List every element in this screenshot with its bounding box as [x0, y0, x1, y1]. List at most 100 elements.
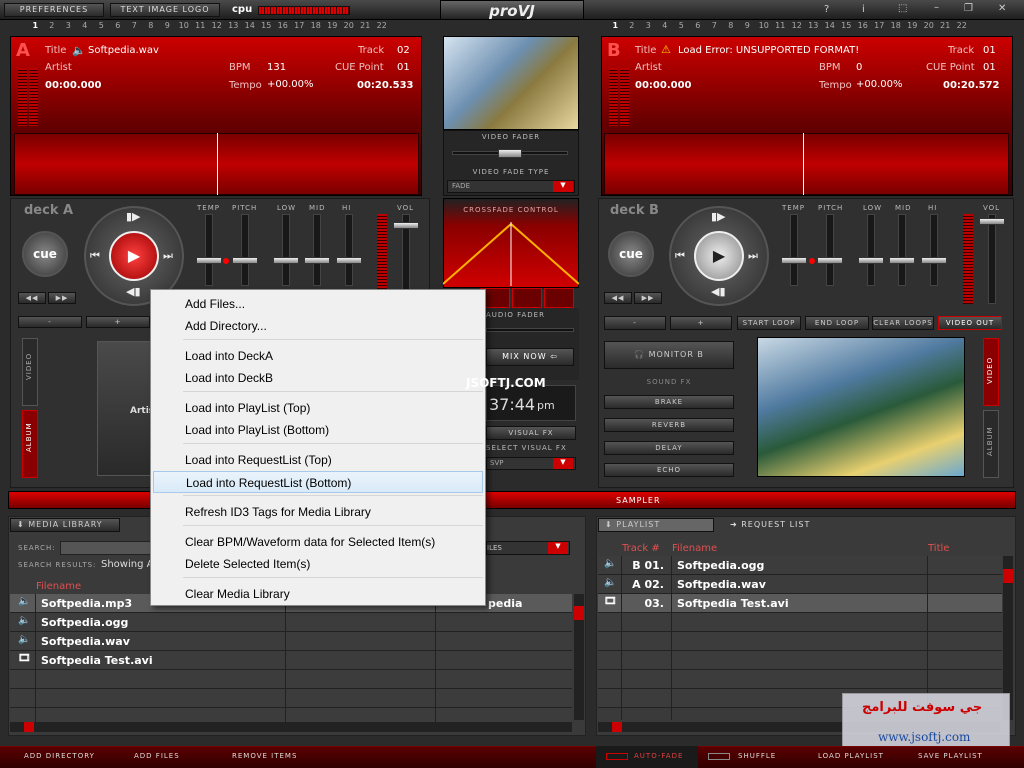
deck-a-play-button[interactable]: ▶: [109, 231, 159, 281]
cue-number[interactable]: 7: [126, 21, 143, 34]
deck-b-hi-knob[interactable]: [921, 257, 947, 264]
crossfade-curve-3-button[interactable]: [512, 288, 542, 308]
menu-item[interactable]: Add Directory...: [153, 315, 483, 337]
load-playlist-button[interactable]: LOAD PLAYLIST: [818, 752, 884, 760]
deck-b-plus-button[interactable]: +: [670, 316, 732, 330]
deck-b-mid-slider[interactable]: [898, 214, 906, 286]
add-directory-button[interactable]: ADD DIRECTORY: [24, 752, 95, 760]
media-row[interactable]: 🎞 Softpedia Test.avi: [10, 651, 572, 670]
visual-fx-button[interactable]: VISUAL FX: [486, 426, 576, 440]
media-hscrollbar[interactable]: [10, 722, 572, 732]
info-icon[interactable]: i: [862, 4, 865, 15]
deck-a-minus-button[interactable]: -: [18, 316, 82, 328]
deck-a-cue-button[interactable]: cue: [22, 231, 68, 277]
cue-number[interactable]: 15: [838, 21, 855, 34]
cue-number[interactable]: 3: [640, 21, 657, 34]
shuffle-checkbox[interactable]: [708, 753, 730, 760]
deck-b-rewind-button[interactable]: ◀◀: [604, 292, 632, 304]
media-hscroll-thumb[interactable]: [24, 722, 34, 732]
clear-loops-button[interactable]: CLEAR LOOPS: [872, 316, 934, 330]
cue-number[interactable]: 12: [789, 21, 806, 34]
cue-number[interactable]: 10: [756, 21, 773, 34]
deck-a-rewind-button[interactable]: ◀◀: [18, 292, 46, 304]
deck-a-plus-button[interactable]: +: [86, 316, 150, 328]
deck-a-mid-knob[interactable]: [304, 257, 330, 264]
cue-number[interactable]: 17: [871, 21, 888, 34]
media-scroll-thumb[interactable]: [574, 606, 584, 620]
restore-icon[interactable]: ❐: [964, 3, 973, 14]
media-filename-header[interactable]: Filename: [36, 581, 81, 592]
cue-number[interactable]: 6: [690, 21, 707, 34]
fullscreen-icon[interactable]: ⬚: [898, 3, 907, 14]
deck-b-next-cue-icon[interactable]: ▮▶: [711, 210, 726, 223]
menu-item[interactable]: Load into RequestList (Top): [153, 449, 483, 471]
deck-b-play-button[interactable]: ▶: [694, 231, 744, 281]
cue-number[interactable]: 6: [110, 21, 127, 34]
menu-item[interactable]: Clear BPM/Waveform data for Selected Ite…: [153, 531, 483, 553]
playlist-filename-header[interactable]: Filename: [672, 543, 717, 554]
echo-button[interactable]: ECHO: [604, 463, 734, 477]
cue-number[interactable]: 21: [357, 21, 374, 34]
deck-a-low-slider[interactable]: [282, 214, 290, 286]
deck-a-hi-knob[interactable]: [336, 257, 362, 264]
deck-b-minus-button[interactable]: -: [604, 316, 666, 330]
playlist-scroll-thumb[interactable]: [1003, 569, 1013, 583]
cue-number[interactable]: 17: [291, 21, 308, 34]
playlist-hscroll-thumb[interactable]: [612, 722, 622, 732]
deck-b-vol-knob[interactable]: [979, 218, 1005, 225]
deck-b-temp-slider[interactable]: [790, 214, 798, 286]
menu-item[interactable]: Load into PlayList (Top): [153, 397, 483, 419]
menu-item[interactable]: Refresh ID3 Tags for Media Library: [153, 501, 483, 523]
deck-b-waveform[interactable]: [604, 133, 1009, 195]
cue-number[interactable]: 5: [673, 21, 690, 34]
cue-number[interactable]: 16: [275, 21, 292, 34]
deck-a-temp-knob[interactable]: [196, 257, 222, 264]
close-icon[interactable]: ✕: [998, 3, 1006, 14]
remove-items-button[interactable]: REMOVE ITEMS: [232, 752, 297, 760]
deck-b-low-knob[interactable]: [858, 257, 884, 264]
deck-a-prev-icon[interactable]: ⏮: [90, 249, 100, 263]
deck-a-temp-slider[interactable]: [205, 214, 213, 286]
cue-number[interactable]: 14: [242, 21, 259, 34]
cue-number[interactable]: 9: [739, 21, 756, 34]
audio-fader-track[interactable]: [486, 328, 574, 332]
deck-b-prev-icon[interactable]: ⏮: [675, 249, 685, 263]
deck-b-pause-icon[interactable]: ◀▮: [711, 285, 726, 298]
media-row[interactable]: 🔈 Softpedia.wav: [10, 632, 572, 651]
cue-number[interactable]: 11: [192, 21, 209, 34]
track-number-header[interactable]: Track #: [622, 543, 660, 554]
menu-item[interactable]: Delete Selected Item(s): [153, 553, 483, 575]
cue-number[interactable]: 18: [888, 21, 905, 34]
minimize-icon[interactable]: –: [934, 2, 939, 13]
deck-a-next-cue-icon[interactable]: ▮▶: [126, 210, 141, 223]
search-input[interactable]: [60, 541, 156, 555]
video-fader-handle[interactable]: [498, 149, 522, 158]
deck-a-hi-slider[interactable]: [345, 214, 353, 286]
cue-number[interactable]: 2: [44, 21, 61, 34]
cue-number[interactable]: 20: [341, 21, 358, 34]
cue-number[interactable]: 10: [176, 21, 193, 34]
cue-number[interactable]: 14: [822, 21, 839, 34]
cue-number[interactable]: 7: [706, 21, 723, 34]
deck-a-forward-button[interactable]: ▶▶: [48, 292, 76, 304]
help-icon[interactable]: ?: [824, 4, 829, 15]
media-library-tab[interactable]: ⬇ MEDIA LIBRARY: [10, 518, 120, 532]
visual-fx-dropdown-icon[interactable]: ▼: [553, 458, 573, 469]
playlist-row[interactable]: 🎞 03. Softpedia Test.avi: [598, 594, 1002, 613]
cue-number[interactable]: 13: [225, 21, 242, 34]
end-loop-button[interactable]: END LOOP: [805, 316, 869, 330]
deck-a-vol-knob[interactable]: [393, 222, 419, 229]
menu-item[interactable]: Load into DeckB: [153, 367, 483, 389]
cue-number[interactable]: 19: [324, 21, 341, 34]
deck-a-pause-icon[interactable]: ◀▮: [126, 285, 141, 298]
reverb-button[interactable]: REVERB: [604, 418, 734, 432]
request-list-tab[interactable]: ➜ REQUEST LIST: [730, 520, 810, 529]
deck-b-low-slider[interactable]: [867, 214, 875, 286]
cue-number[interactable]: 4: [657, 21, 674, 34]
deck-b-vol-slider[interactable]: [988, 214, 996, 304]
menu-item[interactable]: Load into PlayList (Bottom): [153, 419, 483, 441]
fade-type-dropdown-icon[interactable]: ▼: [553, 181, 573, 192]
cue-number[interactable]: 9: [159, 21, 176, 34]
mix-now-button[interactable]: MIX NOW ⇦: [486, 348, 574, 366]
save-playlist-button[interactable]: SAVE PLAYLIST: [918, 752, 983, 760]
